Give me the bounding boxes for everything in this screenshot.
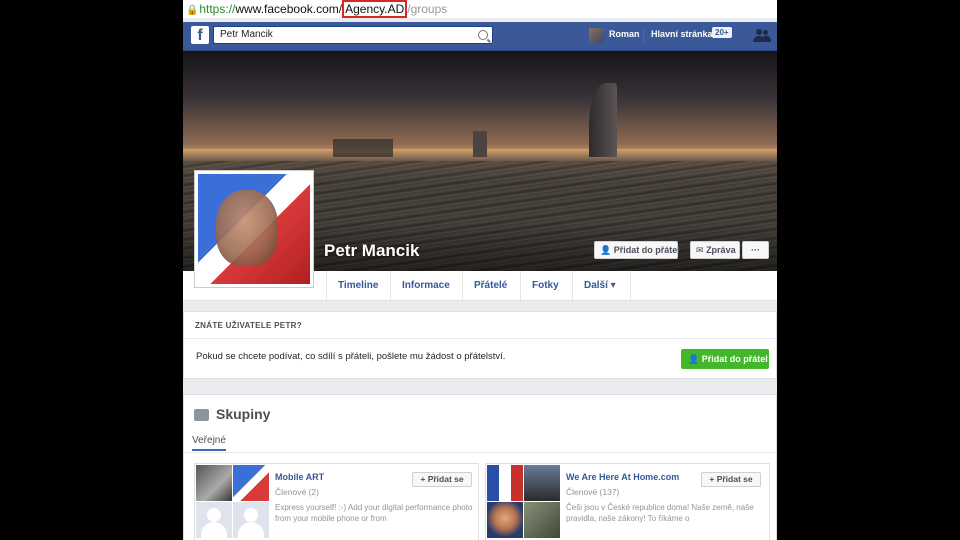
facebook-top-bar: f Petr Mancik Roman Hlavní stránka 20+ [183,22,777,51]
tab-public[interactable]: Veřejné [192,435,226,451]
address-bar[interactable]: 🔒 https://www.facebook.com/Agency.AD/gro… [183,0,777,18]
default-avatar-icon [196,502,232,538]
join-group-button[interactable]: + Přidat se [701,472,761,487]
add-friend-label: Přidat do přátel [613,245,680,255]
cover-skyline [333,139,393,157]
tab-dalsi[interactable]: Další ▾ [584,280,616,291]
tab-informace[interactable]: Informace [402,280,450,291]
home-link[interactable]: Hlavní stránka [651,29,713,39]
url-path: /groups [407,2,448,16]
lock-icon: 🔒 [186,5,199,16]
tab-divider [326,271,327,300]
member-photo [487,502,523,538]
add-friend-green-button[interactable]: 👤 Přidat do přátel [681,349,769,369]
url-scheme: https:// [199,2,236,16]
groups-section: Skupiny Veřejné Mobile ART Členové (2) E… [183,394,777,540]
join-group-button[interactable]: + Přidat se [412,472,472,487]
cover-tower [589,83,617,157]
add-friend-label: Přidat do přátel [701,354,768,364]
member-photo [487,465,523,501]
message-button[interactable]: ✉ Zpráva [690,241,740,259]
group-name-link[interactable]: Mobile ART [275,472,324,482]
user-avatar[interactable] [589,28,604,43]
more-button[interactable]: ··· [742,241,769,259]
message-label: Zpráva [706,245,736,255]
groups-title[interactable]: Skupiny [216,406,270,422]
message-icon: ✉ [696,245,704,255]
user-name-link[interactable]: Roman [609,29,640,39]
know-text: Pokud se chcete podívat, co sdílí s přát… [196,351,506,362]
search-icon[interactable] [478,30,488,40]
profile-face [216,190,278,266]
url-host: www.facebook.com/ [235,2,343,16]
member-photo [524,502,560,538]
add-friend-icon: 👤 [600,245,612,255]
tab-divider [390,271,391,300]
group-description: Češi jsou v České republice doma! Naše z… [566,503,754,523]
tab-pratele[interactable]: Přátelé [474,280,507,291]
url-highlight: Agency.AD [342,0,408,18]
group-name-link[interactable]: We Are Here At Home.com [566,472,679,482]
profile-photo [198,174,310,284]
home-badge: 20+ [712,27,732,38]
group-member-thumbs[interactable] [487,465,561,539]
group-description: Express yourself! :-) Add your digital p… [275,503,473,523]
group-card: We Are Here At Home.com Členové (137) Če… [485,463,770,540]
tab-divider [630,271,631,300]
default-avatar-icon [233,502,269,538]
search-input[interactable]: Petr Mancik [213,26,493,44]
know-heading: ZNÁTE UŽIVATELE PETR? [195,321,302,330]
tab-divider [520,271,521,300]
tab-divider [462,271,463,300]
divider [184,338,777,339]
cover-building [473,131,487,157]
add-friend-icon: 👤 [688,354,700,364]
member-photo [196,465,232,501]
search-value: Petr Mancik [220,29,273,40]
tab-divider [572,271,573,300]
tab-fotky[interactable]: Fotky [532,280,559,291]
groups-icon [194,409,209,421]
browser-window: 🔒 https://www.facebook.com/Agency.AD/gro… [183,0,777,540]
know-user-panel: ZNÁTE UŽIVATELE PETR? Pokud se chcete po… [183,311,777,379]
group-members-link[interactable]: Členové (137) [566,487,619,497]
divider [184,452,777,453]
profile-name[interactable]: Petr Mancik [324,241,419,261]
facebook-logo-icon[interactable]: f [191,26,209,44]
group-members-link[interactable]: Členové (2) [275,487,319,497]
divider [643,28,644,44]
friend-requests-icon[interactable] [753,28,771,42]
profile-picture[interactable] [194,170,314,288]
group-card: Mobile ART Členové (2) Express yourself!… [194,463,479,540]
member-photo [524,465,560,501]
tab-timeline[interactable]: Timeline [338,280,378,291]
member-photo [233,465,269,501]
group-member-thumbs[interactable] [196,465,270,539]
add-friend-button[interactable]: 👤 Přidat do přátel [594,241,680,259]
